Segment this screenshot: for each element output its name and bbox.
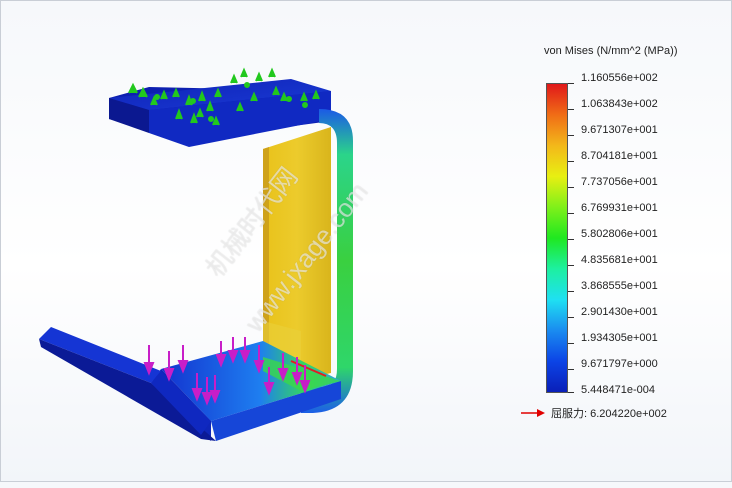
tick-label: 5.802806e+001 — [581, 228, 658, 240]
arrow-right-icon — [521, 409, 545, 417]
tick-label: 1.934305e+001 — [581, 332, 658, 344]
tick-label: 1.160556e+002 — [581, 72, 658, 84]
tick-mark — [568, 291, 574, 292]
tick-mark — [568, 343, 574, 344]
tick-mark — [568, 83, 574, 84]
tick-mark — [568, 369, 574, 370]
tick-label: 5.448471e-004 — [581, 384, 656, 396]
tick-mark — [568, 187, 574, 188]
tick-label: 9.671797e+000 — [581, 358, 658, 370]
tick-mark — [568, 239, 574, 240]
tick-mark — [568, 161, 574, 162]
yield-strength-label: 屈服力: 6.204220e+002 — [551, 408, 667, 420]
tick-mark — [568, 135, 574, 136]
tick-label: 8.704181e+001 — [581, 150, 658, 162]
tick-mark — [568, 265, 574, 266]
tick-label: 3.868555e+001 — [581, 280, 658, 292]
tick-label: 2.901430e+001 — [581, 306, 658, 318]
stress-colorbar[interactable] — [546, 83, 568, 393]
tick-mark — [568, 392, 574, 393]
tick-label: 4.835681e+001 — [581, 254, 658, 266]
yield-strength-indicator[interactable]: 屈服力: 6.204220e+002 — [521, 405, 667, 421]
tick-label: 7.737056e+001 — [581, 176, 658, 188]
tick-mark — [568, 213, 574, 214]
tick-label: 6.769931e+001 — [581, 202, 658, 214]
tick-mark — [568, 109, 574, 110]
tick-label: 9.671307e+001 — [581, 124, 658, 136]
legend-title[interactable]: von Mises (N/mm^2 (MPa)) — [544, 45, 678, 57]
tick-mark — [568, 317, 574, 318]
tick-label: 1.063843e+002 — [581, 98, 658, 110]
